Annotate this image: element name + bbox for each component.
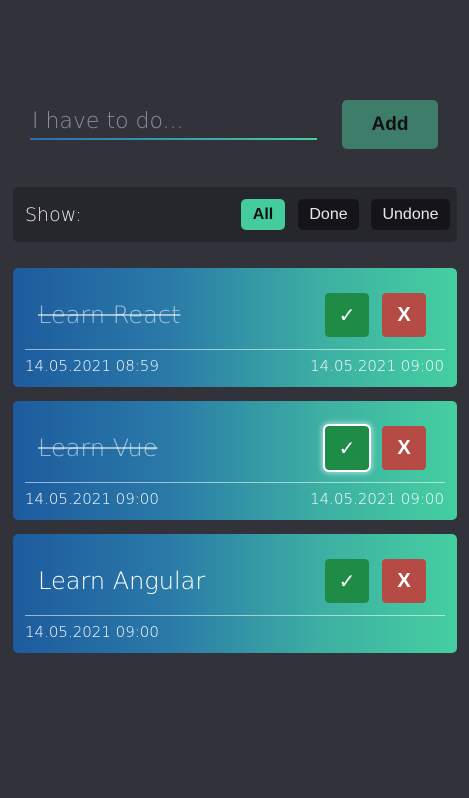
delete-icon[interactable]: X xyxy=(382,426,426,470)
check-icon[interactable]: ✓ xyxy=(325,426,369,470)
filter-done-button[interactable]: Done xyxy=(298,199,359,230)
divider xyxy=(25,615,445,616)
todo-title: Learn Vue xyxy=(38,434,158,462)
add-button[interactable]: Add xyxy=(342,100,438,149)
add-todo-form: Add xyxy=(30,100,438,149)
created-timestamp: 14.05.2021 09:00 xyxy=(25,490,159,508)
divider xyxy=(25,349,445,350)
todo-card: Learn Vue ✓ X 14.05.2021 09:00 14.05.202… xyxy=(13,401,457,520)
filter-undone-button[interactable]: Undone xyxy=(371,199,450,230)
created-timestamp: 14.05.2021 08:59 xyxy=(25,357,159,375)
completed-timestamp: 14.05.2021 09:00 xyxy=(310,490,444,508)
todo-card: Learn Angular ✓ X 14.05.2021 09:00 xyxy=(13,534,457,653)
check-icon[interactable]: ✓ xyxy=(325,293,369,337)
filter-bar: Show: All Done Undone xyxy=(13,187,457,242)
delete-icon[interactable]: X xyxy=(382,293,426,337)
completed-timestamp: 14.05.2021 09:00 xyxy=(310,357,444,375)
todo-title: Learn React xyxy=(38,301,181,329)
todo-card: Learn React ✓ X 14.05.2021 08:59 14.05.2… xyxy=(13,268,457,387)
todo-title: Learn Angular xyxy=(38,567,206,595)
todo-input[interactable] xyxy=(30,108,317,140)
check-icon[interactable]: ✓ xyxy=(325,559,369,603)
filter-all-button[interactable]: All xyxy=(241,199,285,230)
filter-label: Show: xyxy=(25,204,82,226)
delete-icon[interactable]: X xyxy=(382,559,426,603)
created-timestamp: 14.05.2021 09:00 xyxy=(25,623,159,641)
divider xyxy=(25,482,445,483)
